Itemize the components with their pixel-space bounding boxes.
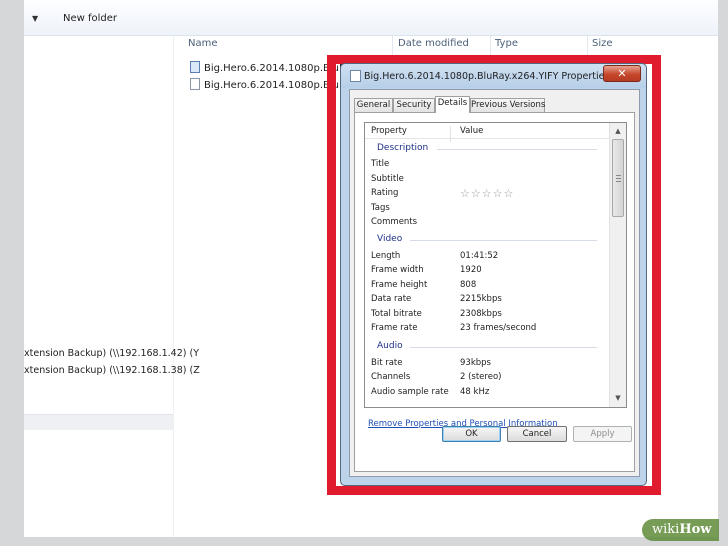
property-name: Frame height (371, 280, 428, 290)
list-header: Property Value (365, 123, 609, 142)
section-rule (410, 347, 597, 348)
column-header-size[interactable]: Size (592, 38, 613, 49)
organize-dropdown-arrow-icon[interactable]: ▼ (32, 14, 38, 23)
property-row[interactable]: Frame height 808 (365, 279, 609, 293)
section-label: Video (377, 234, 403, 244)
property-row[interactable]: Frame width 1920 (365, 264, 609, 278)
column-header-name[interactable]: Name (188, 38, 218, 49)
column-separator[interactable] (392, 36, 393, 56)
grip-line (616, 175, 621, 176)
property-value: 01:41:52 (460, 251, 499, 261)
nav-item-network-drive[interactable]: xtension Backup) (\\192.168.1.38) (Z (24, 365, 200, 376)
dialog-body: General Security Details Previous Versio… (349, 89, 640, 477)
property-name: Comments (371, 217, 418, 227)
property-value: 2215kbps (460, 294, 502, 304)
property-value: 2 (stereo) (460, 372, 502, 382)
property-name: Channels (371, 372, 411, 382)
property-value: 808 (460, 280, 477, 290)
dialog-title: Big.Hero.6.2014.1080p.BluRay.x264.YIFY P… (364, 71, 610, 82)
property-row[interactable]: Subtitle (365, 173, 609, 187)
wikihow-watermark: wikiHow (642, 519, 720, 541)
property-row[interactable]: Data rate 2215kbps (365, 293, 609, 307)
tab-details[interactable]: Details (435, 96, 470, 113)
property-name: Title (371, 159, 390, 169)
property-value: 93kbps (460, 358, 491, 368)
property-name: Subtitle (371, 174, 404, 184)
dialog-titlebar[interactable]: Big.Hero.6.2014.1080p.BluRay.x264.YIFY P… (341, 64, 646, 88)
column-separator[interactable] (587, 36, 588, 56)
property-row[interactable]: Tags (365, 202, 609, 216)
property-row[interactable]: Frame rate 23 frames/second (365, 322, 609, 336)
properties-dialog: Big.Hero.6.2014.1080p.BluRay.x264.YIFY P… (340, 63, 647, 486)
explorer-toolbar: ▼ New folder (24, 0, 718, 36)
section-rule (437, 149, 597, 150)
details-scrollbar[interactable]: ▲ ▼ (609, 123, 626, 407)
section-label: Description (377, 143, 429, 153)
grip-line (616, 181, 621, 182)
property-row[interactable]: Audio sample rate 48 kHz (365, 386, 609, 400)
left-margin (0, 0, 24, 546)
property-value: 48 kHz (460, 387, 490, 397)
watermark-wiki: wiki (652, 522, 680, 537)
video-file-icon (190, 61, 200, 73)
property-value: 1920 (460, 265, 482, 275)
header-separator[interactable] (450, 126, 451, 142)
details-list[interactable]: Property Value Description Title Subtitl… (364, 122, 627, 408)
property-row[interactable]: Total bitrate 2308kbps (365, 308, 609, 322)
section-video: Video (365, 234, 609, 248)
property-row[interactable]: Title (365, 158, 609, 172)
section-rule (410, 240, 597, 241)
new-folder-button[interactable]: New folder (63, 13, 117, 24)
cancel-button[interactable]: Cancel (507, 426, 567, 442)
property-name: Bit rate (371, 358, 403, 368)
property-name: Rating (371, 188, 399, 198)
bottom-margin (0, 537, 728, 546)
nav-pane-divider[interactable] (173, 36, 174, 537)
scroll-up-arrow-icon[interactable]: ▲ (610, 124, 626, 138)
property-row[interactable]: Bit rate 93kbps (365, 357, 609, 371)
property-name: Tags (371, 203, 390, 213)
property-value: 23 frames/second (460, 323, 537, 333)
property-name: Frame width (371, 265, 424, 275)
tab-security[interactable]: Security (393, 98, 435, 112)
tab-general[interactable]: General (354, 98, 393, 112)
property-name: Total bitrate (371, 309, 422, 319)
property-name: Audio sample rate (371, 387, 449, 397)
property-row[interactable]: Channels 2 (stereo) (365, 371, 609, 385)
property-name: Frame rate (371, 323, 418, 333)
ok-button[interactable]: OK (442, 426, 501, 442)
tab-previous-versions[interactable]: Previous Versions (470, 98, 545, 112)
scroll-down-arrow-icon[interactable]: ▼ (610, 391, 626, 405)
nav-pane-band (24, 414, 173, 430)
header-property[interactable]: Property (371, 126, 407, 136)
column-separator[interactable] (490, 36, 491, 56)
header-value[interactable]: Value (460, 126, 483, 136)
property-value: 2308kbps (460, 309, 502, 319)
column-header-type[interactable]: Type (495, 38, 518, 49)
file-icon (190, 78, 200, 90)
details-panel: Property Value Description Title Subtitl… (354, 112, 635, 472)
grip-line (616, 178, 621, 179)
section-description: Description (365, 143, 609, 157)
nav-pane-rule (24, 414, 173, 415)
property-row[interactable]: Comments (365, 216, 609, 230)
property-row[interactable]: Rating ☆☆☆☆☆ (365, 187, 609, 201)
section-label: Audio (377, 341, 403, 351)
close-button[interactable]: ✕ (603, 65, 641, 82)
rating-stars-icon[interactable]: ☆☆☆☆☆ (460, 187, 514, 200)
file-properties-icon (350, 70, 361, 82)
right-margin (718, 0, 728, 546)
property-name: Data rate (371, 294, 412, 304)
property-name: Length (371, 251, 401, 261)
nav-item-network-drive[interactable]: xtension Backup) (\\192.168.1.42) (Y (24, 348, 199, 359)
column-header-date-modified[interactable]: Date modified (398, 38, 469, 49)
property-row[interactable]: Length 01:41:52 (365, 250, 609, 264)
watermark-how: How (679, 522, 712, 537)
apply-button[interactable]: Apply (573, 426, 632, 442)
scrollbar-thumb[interactable] (612, 139, 624, 217)
section-audio: Audio (365, 341, 609, 355)
